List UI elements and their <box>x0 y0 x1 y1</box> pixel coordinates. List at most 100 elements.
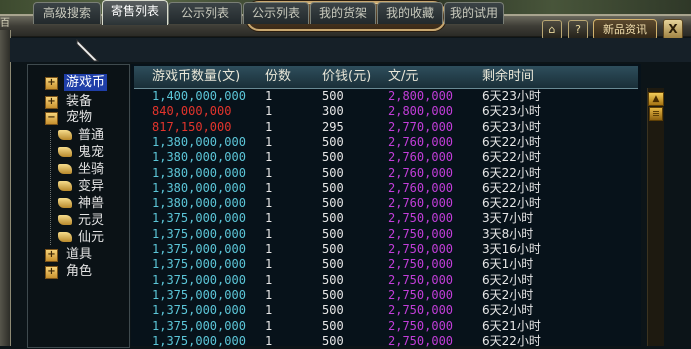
header-amount[interactable]: 游戏币数量(文) <box>152 66 240 88</box>
time-cell: 6天21小时 <box>482 318 541 333</box>
amount-cell: 1,375,000,000 <box>152 318 246 333</box>
close-button[interactable]: X <box>663 19 683 40</box>
mouse-cursor-icon <box>76 39 100 62</box>
time-cell: 6天23小时 <box>482 119 541 134</box>
home-icon[interactable]: ⌂ <box>542 20 562 40</box>
table-row[interactable]: 1,400,000,000 1 500 2,800,000 6天23小时 <box>134 89 638 104</box>
scrollbar-thumb[interactable] <box>649 107 663 121</box>
table-row[interactable]: 1,375,000,000 1 500 2,750,000 6天2小时 <box>134 288 638 303</box>
qty-cell: 1 <box>265 211 273 226</box>
table-row[interactable]: 1,375,000,000 1 500 2,750,000 6天2小时 <box>134 273 638 288</box>
price-cell: 500 <box>322 196 344 211</box>
amount-cell: 817,150,000 <box>152 119 232 134</box>
table-row[interactable]: 1,375,000,000 1 500 2,750,000 3天8小时 <box>134 227 638 242</box>
table-row[interactable]: 1,380,000,000 1 500 2,760,000 6天22小时 <box>134 135 638 150</box>
rate-cell: 2,750,000 <box>388 272 454 287</box>
rate-cell: 2,750,000 <box>388 303 454 318</box>
table-row[interactable]: 1,375,000,000 1 500 2,750,000 3天16小时 <box>134 242 638 257</box>
time-cell: 6天22小时 <box>482 134 541 149</box>
price-cell: 500 <box>322 180 344 195</box>
qty-cell: 1 <box>265 180 273 195</box>
window-corner-label: 百 <box>0 18 10 29</box>
time-cell: 3天16小时 <box>482 242 541 256</box>
price-cell: 500 <box>322 272 344 287</box>
help-icon[interactable]: ? <box>568 20 588 40</box>
time-cell: 6天22小时 <box>482 196 541 211</box>
expand-icon[interactable]: + <box>45 77 58 90</box>
table-row[interactable]: 1,375,000,000 1 500 2,750,000 6天22小时 <box>134 334 638 349</box>
leaf-icon <box>58 198 72 208</box>
price-cell: 295 <box>322 119 344 134</box>
tab-public-list-2[interactable]: 公示列表 <box>243 2 309 24</box>
leaf-icon <box>58 130 72 140</box>
amount-cell: 1,400,000,000 <box>152 89 246 103</box>
scrollbar-track[interactable] <box>647 88 664 346</box>
table-row[interactable]: 1,375,000,000 1 500 2,750,000 6天1小时 <box>134 257 638 272</box>
price-cell: 500 <box>322 226 344 241</box>
amount-cell: 1,375,000,000 <box>152 303 246 318</box>
leaf-icon <box>58 215 72 225</box>
qty-cell: 1 <box>265 242 273 256</box>
tree-leaf-spirit[interactable]: 元灵 <box>58 212 123 229</box>
table-row[interactable]: 1,380,000,000 1 500 2,760,000 6天22小时 <box>134 196 638 211</box>
expand-icon[interactable]: + <box>45 249 58 262</box>
price-cell: 500 <box>322 150 344 165</box>
header-rate[interactable]: 文/元 <box>388 66 418 88</box>
expand-icon[interactable]: + <box>45 96 58 109</box>
header-time[interactable]: 剩余时间 <box>482 66 534 88</box>
header-price[interactable]: 价钱(元) <box>322 66 371 88</box>
tree-leaf-label: 坐骑 <box>78 162 105 177</box>
tree-leaf-mount[interactable]: 坐骑 <box>58 161 123 178</box>
tree-leaf-label: 仙元 <box>78 230 105 245</box>
tree-leaf-mutant[interactable]: 变异 <box>58 178 123 195</box>
tree-leaf-label: 普通 <box>78 128 105 143</box>
tab-my-shelf[interactable]: 我的货架 <box>310 2 376 24</box>
tree-leaf-normal[interactable]: 普通 <box>58 127 123 144</box>
tree-item-pets[interactable]: − 宠物 <box>45 109 125 126</box>
tree-item-game-currency[interactable]: + 游戏币 <box>45 74 125 91</box>
tree-leaf-divine-beast[interactable]: 神兽 <box>58 195 123 212</box>
table-row[interactable]: 1,380,000,000 1 500 2,760,000 6天22小时 <box>134 166 638 181</box>
tree-item-label: 宠物 <box>66 110 93 125</box>
table-row[interactable]: 840,000,000 1 300 2,800,000 6天23小时 <box>134 104 638 119</box>
tree-leaf-immortal[interactable]: 仙元 <box>58 229 123 246</box>
qty-cell: 1 <box>265 303 273 318</box>
tab-my-favorites[interactable]: 我的收藏 <box>377 2 443 24</box>
tab-consignment-list[interactable]: 寄售列表 <box>102 0 168 25</box>
expand-icon[interactable]: + <box>45 266 58 279</box>
amount-cell: 1,375,000,000 <box>152 226 246 241</box>
tree-item-props[interactable]: + 道具 <box>45 246 125 263</box>
header-qty[interactable]: 份数 <box>265 66 291 88</box>
tab-my-trial[interactable]: 我的试用 <box>444 2 504 24</box>
price-cell: 500 <box>322 303 344 318</box>
rate-cell: 2,750,000 <box>388 226 454 241</box>
time-cell: 6天2小时 <box>482 303 534 318</box>
table-row[interactable]: 817,150,000 1 295 2,770,000 6天23小时 <box>134 120 638 135</box>
table-row[interactable]: 1,375,000,000 1 500 2,750,000 6天21小时 <box>134 319 638 334</box>
table-row[interactable]: 1,380,000,000 1 500 2,760,000 6天22小时 <box>134 181 638 196</box>
tree-item-label: 道具 <box>66 247 93 262</box>
rate-cell: 2,750,000 <box>388 257 454 272</box>
tree-item-equipment[interactable]: + 装备 <box>45 93 125 110</box>
rate-cell: 2,750,000 <box>388 333 454 348</box>
rate-cell: 2,760,000 <box>388 150 454 165</box>
amount-cell: 1,380,000,000 <box>152 180 246 195</box>
qty-cell: 1 <box>265 104 273 119</box>
time-cell: 6天23小时 <box>482 89 541 103</box>
scroll-up-icon[interactable]: ▲ <box>648 92 664 106</box>
amount-cell: 1,380,000,000 <box>152 134 246 149</box>
tree-leaf-ghost-pet[interactable]: 鬼宠 <box>58 144 123 161</box>
price-cell: 500 <box>322 211 344 226</box>
collapse-icon[interactable]: − <box>45 112 58 125</box>
tab-advanced-search[interactable]: 高级搜索 <box>33 2 101 24</box>
tree-item-label: 装备 <box>66 94 93 109</box>
amount-cell: 1,375,000,000 <box>152 287 246 302</box>
tab-public-list-1[interactable]: 公示列表 <box>168 2 242 24</box>
table-row[interactable]: 1,380,000,000 1 500 2,760,000 6天22小时 <box>134 150 638 165</box>
table-row[interactable]: 1,375,000,000 1 500 2,750,000 3天7小时 <box>134 211 638 226</box>
table-row[interactable]: 1,375,000,000 1 500 2,750,000 6天2小时 <box>134 303 638 318</box>
tree-item-characters[interactable]: + 角色 <box>45 263 125 280</box>
price-cell: 500 <box>322 318 344 333</box>
qty-cell: 1 <box>265 287 273 302</box>
leaf-icon <box>58 147 72 157</box>
